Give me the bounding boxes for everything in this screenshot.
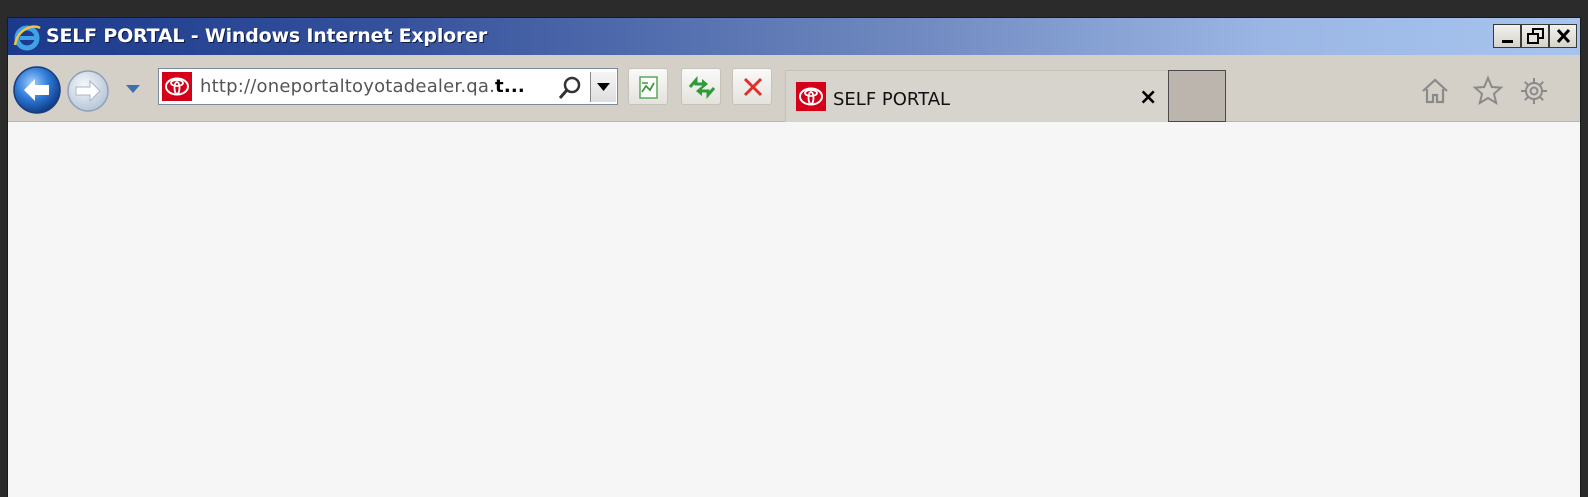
favorites-star-icon[interactable] <box>1472 75 1504 107</box>
window-title: SELF PORTAL - Windows Internet Explorer <box>46 25 488 47</box>
close-window-button[interactable] <box>1549 24 1577 48</box>
home-icon[interactable] <box>1419 75 1451 107</box>
back-button[interactable] <box>12 65 62 115</box>
tab-close-icon[interactable]: × <box>1139 87 1157 109</box>
title-bar[interactable]: SELF PORTAL - Windows Internet Explorer <box>8 18 1580 55</box>
search-icon[interactable] <box>557 75 583 101</box>
toyota-logo-icon <box>162 72 192 101</box>
browser-window: SELF PORTAL - Windows Internet Explorer <box>8 18 1580 497</box>
page-content-area[interactable] <box>8 122 1580 497</box>
compatibility-view-icon <box>639 76 658 99</box>
address-bar[interactable]: http://oneportaltoyotadealer.qa.t... <box>158 68 618 105</box>
restore-icon <box>1527 28 1544 44</box>
tab-self-portal[interactable]: SELF PORTAL × <box>785 70 1169 122</box>
stop-button[interactable] <box>732 68 772 105</box>
toyota-logo-icon <box>796 82 826 111</box>
chevron-down-icon <box>597 83 610 91</box>
close-icon <box>1556 28 1571 44</box>
new-tab-button[interactable] <box>1168 70 1226 122</box>
forward-button[interactable] <box>64 69 112 113</box>
compatibility-view-button[interactable] <box>628 68 668 105</box>
address-dropdown-button[interactable] <box>590 72 616 102</box>
internet-explorer-icon <box>13 25 41 51</box>
minimize-icon <box>1502 40 1513 43</box>
stop-icon <box>743 77 763 97</box>
recent-pages-dropdown-icon[interactable] <box>125 83 141 95</box>
refresh-icon <box>688 75 716 100</box>
navigation-toolbar: http://oneportaltoyotadealer.qa.t... SEL… <box>8 55 1580 122</box>
tab-title: SELF PORTAL <box>833 89 951 110</box>
address-url-text: http://oneportaltoyotadealer.qa.t... <box>200 76 525 97</box>
minimize-button[interactable] <box>1493 24 1521 48</box>
restore-button[interactable] <box>1521 24 1549 48</box>
tools-gear-icon[interactable] <box>1518 75 1550 107</box>
refresh-button[interactable] <box>681 68 721 105</box>
